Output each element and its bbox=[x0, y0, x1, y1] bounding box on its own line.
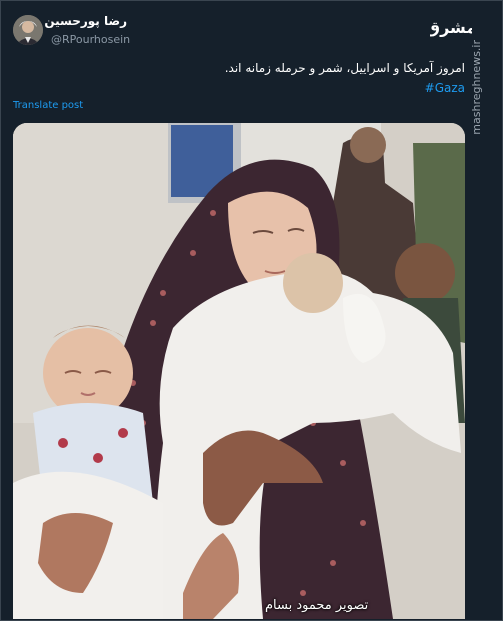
author-display-name[interactable]: رضا پورحسین bbox=[44, 14, 127, 28]
photo-caption: تصویر محمود بسام bbox=[265, 598, 369, 613]
author-avatar[interactable] bbox=[13, 15, 43, 45]
tweet-media[interactable] bbox=[13, 123, 465, 619]
side-watermark: mashreghnews.ir bbox=[470, 40, 483, 135]
user-avatar-icon bbox=[13, 15, 43, 45]
photo-icon bbox=[13, 123, 465, 619]
translate-post-link[interactable]: Translate post bbox=[13, 100, 83, 111]
author-handle[interactable]: @RPourhosein bbox=[51, 33, 130, 46]
tweet-text: امروز آمریکا و اسراییل، شمر و حرمله زمان… bbox=[224, 61, 465, 75]
mashregh-logo-icon: مشرق bbox=[430, 18, 472, 37]
hashtag-link[interactable]: #Gaza bbox=[425, 81, 465, 95]
logo-text: مشرق bbox=[430, 18, 472, 37]
